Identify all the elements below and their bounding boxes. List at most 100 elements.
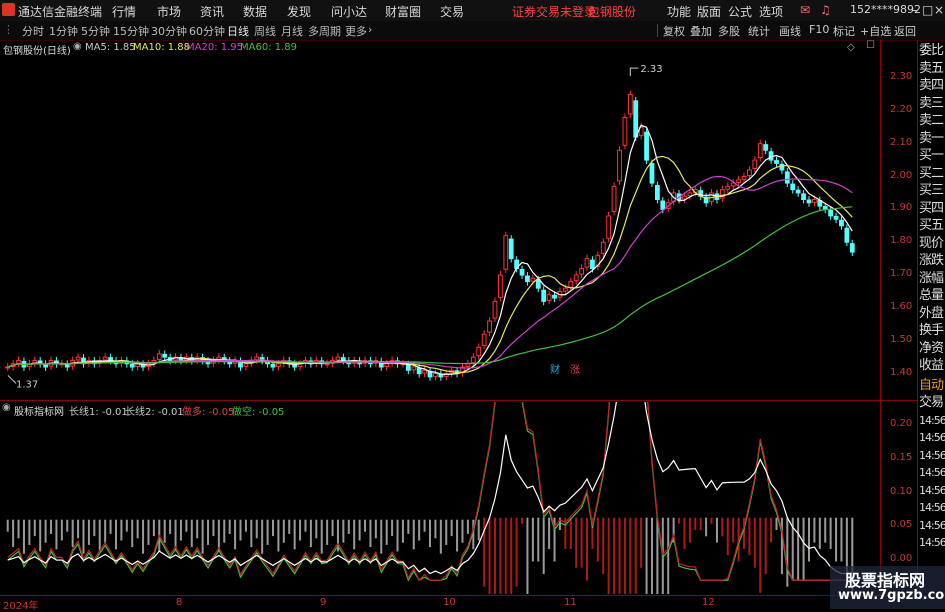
histogram-bar [374, 519, 377, 539]
maximize-icon[interactable]: □ [922, 3, 933, 17]
histogram-bar [55, 519, 58, 550]
indicator-panel[interactable]: ◉ 股标指标网 长线1: -0.01 长线2: -0.01 做多: -0.05 … [0, 402, 880, 594]
menu-item-function[interactable]: 功能 [667, 3, 691, 20]
btn-f10[interactable]: F10 [809, 23, 829, 36]
side-panel-item[interactable]: 买五 [919, 218, 945, 233]
period-60min[interactable]: 60分钟 [189, 23, 225, 39]
side-panel-item[interactable]: 收益 [919, 358, 945, 373]
side-panel-item[interactable]: 涨跌 [919, 253, 945, 268]
rise-badge[interactable]: 涨 [568, 361, 582, 376]
alert-icon[interactable]: ✉ [800, 3, 810, 17]
btn-mark[interactable]: 标记 [833, 23, 855, 39]
menu-item-discover[interactable]: 发现 [287, 3, 311, 20]
menu-item-wealth[interactable]: 财富圈 [385, 3, 421, 20]
candle [129, 363, 135, 368]
price-chart-panel[interactable]: 包钢股份(日线) ◉ MA5: 1.85 MA10: 1.88 MA20: 1.… [0, 40, 880, 400]
side-panel-item[interactable]: 自动 [919, 378, 945, 393]
menu-item-news[interactable]: 资讯 [200, 3, 224, 20]
histogram-bar [656, 517, 659, 594]
price-axis-tick: 2.20 [890, 103, 913, 115]
side-panel-item[interactable]: 14:56 [919, 518, 945, 533]
side-panel-item[interactable]: 换手 [919, 323, 945, 338]
period-weekly[interactable]: 周线 [254, 23, 276, 39]
histogram-bar [499, 517, 502, 594]
btn-stats[interactable]: 统计 [748, 23, 770, 39]
side-panel-item[interactable]: 卖四 [919, 78, 945, 93]
btn-back[interactable]: 返回 [894, 23, 916, 39]
histogram-bar [326, 519, 329, 545]
period-more[interactable]: 更多 [345, 23, 367, 39]
side-panel-item[interactable]: 买一 [919, 148, 945, 163]
side-panel-item[interactable]: 买四 [919, 201, 945, 216]
histogram-bar [125, 519, 128, 532]
menu-item-trade[interactable]: 交易 [440, 3, 464, 20]
side-panel-item[interactable]: 总量 [919, 288, 945, 303]
menu-item-data[interactable]: 数据 [243, 3, 267, 20]
side-panel-item[interactable]: 买三 [919, 183, 945, 198]
minimize-icon[interactable]: – [912, 3, 918, 17]
histogram-bar [309, 519, 312, 548]
side-panel-item[interactable]: 14:56 [919, 535, 945, 550]
btn-multi-stock[interactable]: 多股 [718, 23, 740, 39]
period-30min[interactable]: 30分钟 [151, 23, 187, 39]
side-panel-item[interactable]: 买二 [919, 166, 945, 181]
btn-add-watchlist[interactable]: +自选 [860, 23, 891, 39]
period-1min[interactable]: 1分钟 [49, 23, 78, 39]
side-panel-item[interactable]: 现价 [919, 236, 945, 251]
candle [795, 189, 801, 194]
side-panel-item[interactable]: 卖一 [919, 131, 945, 146]
more-chevron-icon[interactable]: › [368, 23, 372, 36]
ma-line-ma20 [7, 175, 853, 369]
period-fenshi[interactable]: 分时 [22, 23, 44, 39]
candle [422, 369, 427, 374]
candle [644, 131, 649, 161]
bell-icon[interactable]: ♫ [820, 3, 831, 17]
side-panel-item[interactable]: 14:56 [919, 430, 945, 445]
histogram-bar [694, 517, 697, 530]
histogram-bar [840, 517, 843, 562]
finance-badge[interactable]: 财 [548, 361, 562, 376]
close-icon[interactable]: × [934, 3, 944, 17]
menu-item-layout[interactable]: 版面 [697, 3, 721, 20]
x-label-sep: 9 [320, 597, 327, 608]
btn-restore-rights[interactable]: 复权 [663, 23, 685, 39]
histogram-bar [521, 517, 524, 524]
histogram-bar [353, 519, 356, 550]
histogram-bar [640, 517, 643, 568]
side-panel-item[interactable]: 卖二 [919, 113, 945, 128]
period-monthly[interactable]: 月线 [281, 23, 303, 39]
menu-item-ask[interactable]: 问小达 [331, 3, 367, 20]
side-panel-item[interactable]: 净资 [919, 341, 945, 356]
menu-item-quotes[interactable]: 行情 [112, 3, 136, 20]
menu-item-market[interactable]: 市场 [157, 3, 181, 20]
btn-draw[interactable]: 画线 [779, 23, 801, 39]
candle [584, 258, 590, 268]
period-multi[interactable]: 多周期 [308, 23, 341, 39]
candle [562, 287, 568, 292]
side-panel-item[interactable]: 涨幅 [919, 271, 945, 286]
period-5min[interactable]: 5分钟 [81, 23, 110, 39]
side-panel-item[interactable]: 14:56 [919, 448, 945, 463]
candle [687, 192, 693, 197]
side-panel-item[interactable]: 卖三 [919, 96, 945, 111]
period-daily[interactable]: 日线 [227, 23, 249, 39]
side-panel-item[interactable]: 14:56 [919, 413, 945, 428]
account-id[interactable]: 152****9892 [850, 3, 921, 16]
side-panel-item[interactable]: 14:56 [919, 465, 945, 480]
histogram-bar [678, 517, 681, 524]
menu-item-formula[interactable]: 公式 [728, 3, 752, 20]
period-15min[interactable]: 15分钟 [113, 23, 149, 39]
side-panel-item[interactable]: 交易 [919, 395, 945, 410]
side-panel-item[interactable]: 14:56 [919, 500, 945, 515]
menu-item-options[interactable]: 选项 [759, 3, 783, 20]
login-warning[interactable]: 证券交易未登录 [512, 3, 596, 20]
side-panel-item[interactable]: 卖五 [919, 61, 945, 76]
histogram-bar [764, 517, 767, 575]
side-panel-item[interactable]: 外盘 [919, 306, 945, 321]
side-panel-item[interactable]: 委比 [919, 43, 945, 58]
side-panel-item[interactable]: 14:56 [919, 483, 945, 498]
candle [525, 275, 530, 283]
btn-overlay[interactable]: 叠加 [690, 23, 712, 39]
histogram-bar [255, 519, 258, 539]
candle [16, 359, 21, 364]
